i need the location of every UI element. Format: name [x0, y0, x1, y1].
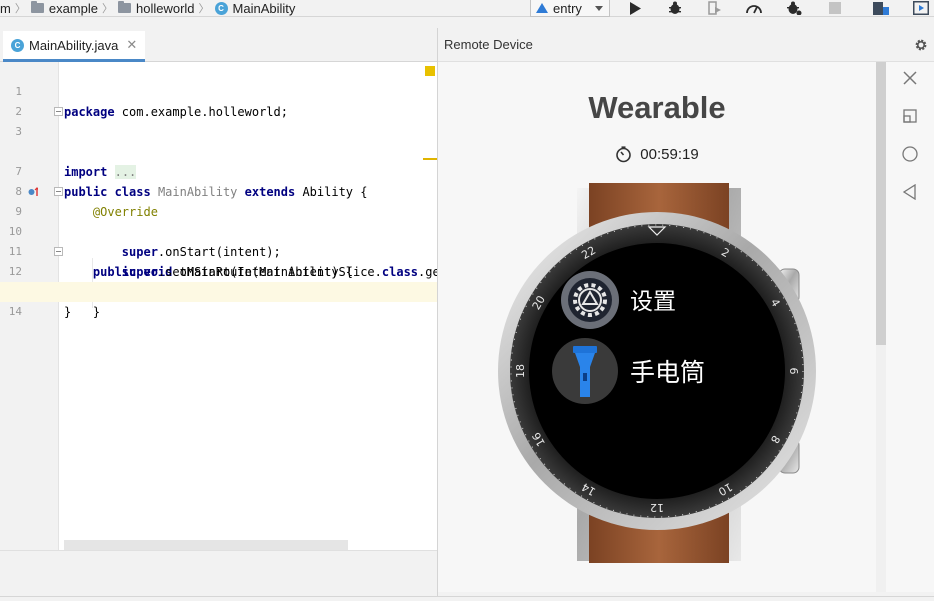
- panel-title: Remote Device: [444, 37, 533, 52]
- code-line[interactable]: 13 }: [0, 262, 437, 319]
- breadcrumb-label: MainAbility: [232, 0, 296, 16]
- class-icon: C: [11, 38, 24, 52]
- code-line[interactable]: 8 @Override: [0, 162, 437, 219]
- line-number: 14: [8, 305, 22, 318]
- wearable-watch-preview[interactable]: 246810121416182022 设置 手电筒: [497, 183, 819, 563]
- profile-button[interactable]: [746, 1, 762, 15]
- back-triangle-icon: [903, 184, 916, 200]
- breadcrumb-item-module[interactable]: m 〉: [0, 0, 31, 17]
- code-line[interactable]: 7 public class MainAbility extends Abili…: [0, 142, 437, 199]
- editor-tab-bar: C MainAbility.java ✕: [0, 28, 437, 62]
- attach-debugger-icon: [708, 1, 721, 15]
- code-line[interactable]: 12 }: [0, 242, 437, 319]
- class-icon: C: [214, 1, 228, 15]
- tab-mainability-java[interactable]: C MainAbility.java ✕: [3, 31, 145, 62]
- hot-reload-button[interactable]: [786, 1, 802, 15]
- code-line[interactable]: 9 public void onStart(Intent intent) {: [0, 182, 437, 279]
- recent-apps-button[interactable]: [901, 107, 919, 125]
- hot-reload-icon: [787, 1, 802, 15]
- folder-icon: [117, 1, 131, 13]
- close-tab-icon[interactable]: ✕: [126, 37, 137, 53]
- breadcrumb: m 〉 example 〉 holleworld 〉 C MainAbility: [0, 0, 295, 17]
- stop-button[interactable]: [827, 1, 843, 15]
- run-configuration-label: entry: [553, 0, 582, 16]
- code-line[interactable]: 1 package com.example.holleworld;: [0, 62, 437, 119]
- bezel-number: 6: [787, 368, 800, 375]
- remote-device-button[interactable]: [913, 1, 929, 15]
- code-line[interactable]: 3 import ...: [0, 102, 437, 179]
- profile-icon: [746, 5, 762, 14]
- code-line[interactable]: 11 super.setMainRoute(MainAbilitySlice.c…: [0, 222, 437, 279]
- fold-toggle-icon[interactable]: [54, 187, 63, 196]
- bezel-number: 18: [514, 364, 527, 378]
- code-text: }: [64, 305, 72, 319]
- device-title: Wearable: [588, 90, 726, 125]
- status-bar: [0, 596, 934, 601]
- harmony-module-icon: [536, 3, 548, 13]
- home-button[interactable]: [901, 145, 919, 163]
- project-structure-button[interactable]: [873, 1, 889, 15]
- remote-device-icon: [913, 1, 929, 15]
- close-device-button[interactable]: [901, 69, 919, 87]
- chevron-down-icon: [595, 5, 603, 11]
- run-configuration-select[interactable]: entry: [530, 0, 610, 17]
- stop-icon: [829, 2, 841, 14]
- run-icon: [630, 1, 641, 15]
- code-line[interactable]: 2: [0, 82, 437, 118]
- chevron-right-icon: 〉: [198, 3, 210, 15]
- timer-value: 00:59:19: [640, 146, 699, 163]
- screen-item-label: 手电筒: [630, 358, 705, 387]
- session-timer: 00:59:19: [438, 146, 876, 163]
- line-number: 3: [15, 125, 22, 138]
- horizontal-scrollbar[interactable]: [64, 540, 348, 550]
- code-editor[interactable]: 1 package com.example.holleworld; 2 3 im…: [0, 62, 437, 550]
- fold-toggle-icon[interactable]: [54, 247, 63, 256]
- code-line-current[interactable]: 14: [0, 282, 437, 318]
- editor-footer-area: [0, 550, 437, 596]
- breadcrumb-label: holleworld: [135, 0, 195, 16]
- project-structure-icon: [873, 2, 889, 15]
- chevron-right-icon: 〉: [14, 3, 26, 15]
- warning-marker[interactable]: [423, 158, 437, 160]
- stopwatch-icon: [616, 146, 632, 163]
- chevron-right-icon: 〉: [101, 3, 113, 15]
- attach-debugger-button[interactable]: [706, 1, 722, 15]
- code-line[interactable]: 10 super.onStart(intent);: [0, 202, 437, 259]
- debug-icon: [669, 1, 681, 14]
- scrollbar-thumb[interactable]: [876, 62, 886, 345]
- breadcrumb-label: m: [0, 0, 11, 16]
- override-method-icon[interactable]: [28, 187, 38, 197]
- tab-label: MainAbility.java: [29, 37, 119, 53]
- device-control-sidebar: [886, 62, 934, 592]
- gear-icon[interactable]: [914, 38, 928, 52]
- fold-toggle-icon[interactable]: [54, 107, 63, 116]
- circle-icon: [902, 146, 918, 162]
- debug-button[interactable]: [667, 1, 683, 15]
- navigation-bar: m 〉 example 〉 holleworld 〉 C MainAbility…: [0, 0, 934, 17]
- analysis-status-marker[interactable]: [425, 66, 435, 76]
- run-button[interactable]: [627, 1, 643, 15]
- breadcrumb-item-example[interactable]: example 〉: [30, 0, 118, 17]
- breadcrumb-label: example: [48, 0, 98, 16]
- breadcrumb-item-mainability[interactable]: C MainAbility: [214, 0, 296, 17]
- remote-device-header: Remote Device: [438, 28, 934, 62]
- screen-item-label: 设置: [630, 289, 676, 315]
- back-button[interactable]: [901, 183, 919, 201]
- bezel-number: 12: [650, 501, 664, 514]
- close-icon: [903, 71, 917, 85]
- square-icon: [903, 109, 917, 123]
- breadcrumb-item-holleworld[interactable]: holleworld 〉: [117, 0, 215, 17]
- folder-icon: [30, 1, 44, 13]
